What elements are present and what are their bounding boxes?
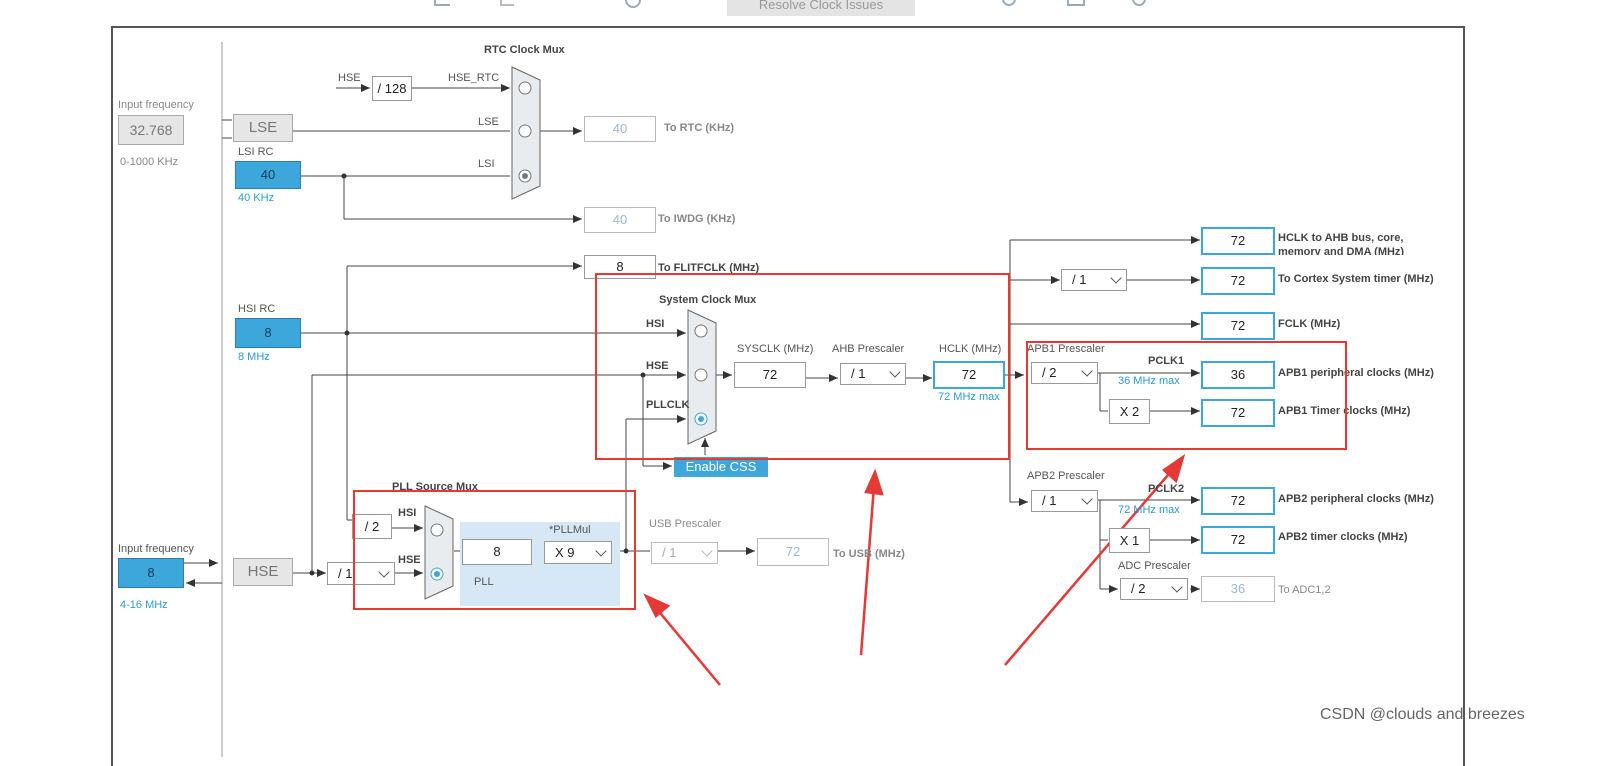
cortex-divider-select[interactable]: / 1 [1061, 269, 1127, 291]
adc-output-label: To ADC1,2 [1278, 584, 1331, 596]
cortex-divider-value: / 1 [1072, 272, 1087, 287]
iwdg-output-field: 40 [584, 207, 656, 233]
apb2-timer-multiplier: X 1 [1109, 528, 1150, 553]
hse-source-box[interactable]: HSE [233, 558, 293, 586]
hse-input-frequency[interactable]: 8 [118, 558, 184, 588]
rtc-hse-label: HSE [338, 72, 361, 84]
rtc-lsi-input-label: LSI [478, 158, 495, 170]
lsi-rc-box: 40 [235, 161, 301, 189]
rtc-mux-title: RTC Clock Mux [484, 44, 565, 56]
hse-range-label: 4-16 MHz [120, 599, 168, 611]
hse-rtc-divider: / 128 [372, 76, 412, 101]
hse-input-frequency-label: Input frequency [118, 543, 194, 555]
apb2-prescaler-value: / 1 [1042, 493, 1057, 508]
iwdg-output-label: To IWDG (KHz) [658, 213, 736, 225]
apb2-max-label: 72 MHz max [1118, 504, 1180, 516]
cortex-output-field: 72 [1201, 267, 1275, 295]
usb-output-label: To USB (MHz) [833, 548, 905, 560]
lse-input-frequency[interactable]: 32.768 [118, 115, 184, 145]
highlight-apb1 [1026, 341, 1347, 450]
chevron-down-icon [701, 545, 713, 557]
apb2-prescaler-label: APB2 Prescaler [1027, 470, 1105, 482]
highlight-system-clock-mux [595, 273, 1010, 460]
chevron-down-icon [1171, 581, 1183, 593]
rtc-output-field: 40 [584, 116, 656, 142]
adc-prescaler-select[interactable]: / 2 [1120, 578, 1188, 600]
fclk-output-field: 72 [1201, 312, 1275, 340]
hse-prediv-value: / 1 [338, 566, 353, 581]
cortex-output-label: To Cortex System timer (MHz) [1278, 273, 1434, 285]
usb-output-field: 72 [757, 538, 829, 566]
enable-css-button[interactable]: Enable CSS [674, 457, 768, 477]
rtc-lse-input-label: LSE [478, 116, 499, 128]
apb2-timer-field: 72 [1201, 526, 1275, 554]
lsi-rc-label: LSI RC [238, 146, 274, 158]
rtc-output-label: To RTC (KHz) [664, 122, 735, 134]
apb2-peripheral-label: APB2 peripheral clocks (MHz) [1278, 493, 1434, 505]
pclk2-label: PCLK2 [1148, 483, 1185, 495]
lse-input-frequency-label: Input frequency [118, 99, 194, 111]
hsi-rc-box: 8 [235, 318, 301, 348]
adc-prescaler-label: ADC Prescaler [1118, 560, 1191, 572]
usb-prescaler-value: / 1 [662, 545, 677, 560]
ahb-output-field: 72 [1201, 227, 1275, 255]
hse-rtc-label: HSE_RTC [448, 72, 500, 84]
chevron-down-icon [1110, 272, 1122, 284]
adc-prescaler-value: / 2 [1131, 581, 1146, 596]
apb2-timer-label: APB2 timer clocks (MHz) [1278, 531, 1408, 543]
adc-output-field: 36 [1201, 576, 1275, 602]
hsi-rc-label: HSI RC [238, 303, 276, 315]
ahb-output-label: HCLK to AHB bus, core, memory and DMA (M… [1278, 232, 1405, 255]
usb-prescaler-label: USB Prescaler [649, 518, 722, 530]
highlight-pll-source [353, 490, 636, 610]
lsi-unit-label: 40 KHz [238, 192, 275, 204]
watermark: CSDN @clouds and breezes [1320, 706, 1525, 723]
hsi-unit-label: 8 MHz [238, 351, 270, 363]
fclk-output-label: FCLK (MHz) [1278, 318, 1341, 330]
chevron-down-icon [1081, 493, 1093, 505]
lse-range-label: 0-1000 KHz [120, 156, 179, 168]
apb2-prescaler-select[interactable]: / 1 [1031, 490, 1098, 512]
lse-source-box[interactable]: LSE [233, 114, 293, 142]
usb-prescaler-select[interactable]: / 1 [651, 542, 718, 564]
apb2-peripheral-field: 72 [1201, 487, 1275, 515]
